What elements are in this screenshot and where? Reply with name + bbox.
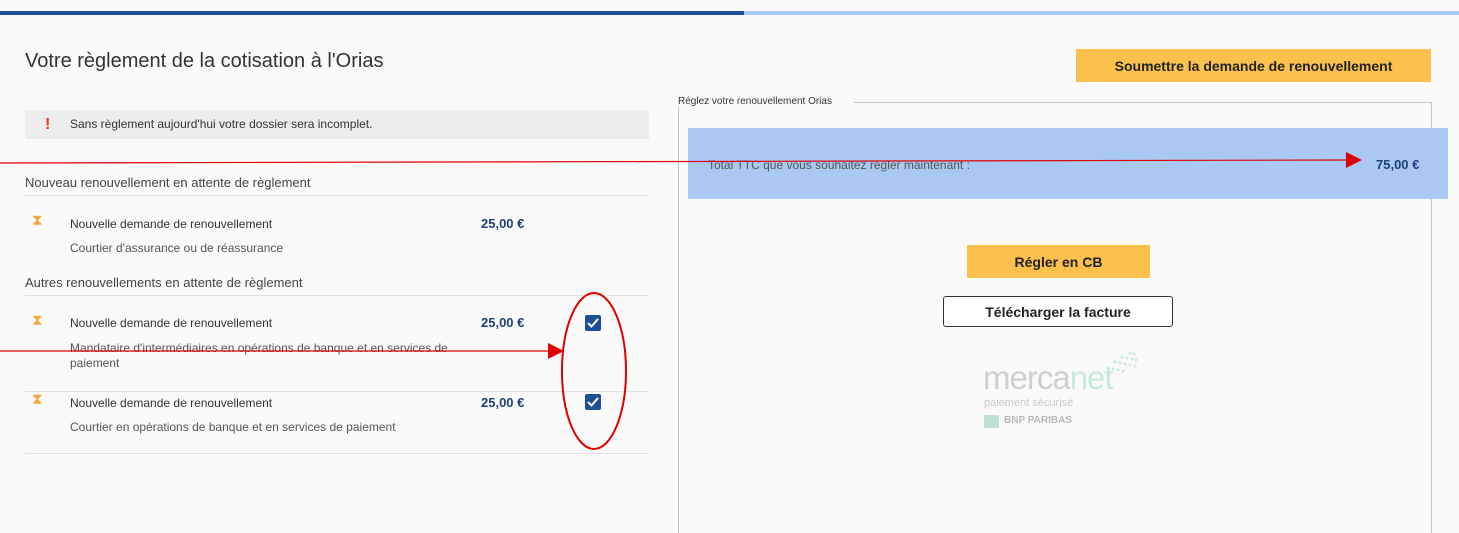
item-subtitle: Courtier d'assurance ou de réassurance <box>70 241 284 255</box>
bank-logo-icon <box>984 415 999 428</box>
renewal-checkbox[interactable] <box>585 315 601 331</box>
alert-banner: ! Sans règlement aujourd'hui votre dossi… <box>25 110 649 139</box>
item-subtitle: Mandataire d'intermédiaires en opération… <box>70 341 448 370</box>
annotation-arrowhead <box>548 343 564 359</box>
divider <box>25 391 649 392</box>
exclamation-icon: ! <box>45 116 51 133</box>
download-invoice-button[interactable]: Télécharger la facture <box>943 296 1173 327</box>
hourglass-icon: ⧗ <box>32 312 43 329</box>
total-amount: 75,00 € <box>1376 157 1420 172</box>
item-amount: 25,00 € <box>481 395 525 410</box>
divider <box>25 453 649 454</box>
pay-cb-button[interactable]: Régler en CB <box>967 245 1150 278</box>
hourglass-icon: ⧗ <box>32 212 43 229</box>
renewal-checkbox[interactable] <box>585 394 601 410</box>
mercanet-tagline: paiement sécurisé <box>984 397 1074 409</box>
section-title-other: Autres renouvellements en attente de règ… <box>25 275 303 290</box>
alert-text: Sans règlement aujourd'hui votre dossier… <box>70 117 373 131</box>
divider <box>25 195 649 196</box>
total-label: Total TTC que vous souhaitez régler main… <box>708 158 970 172</box>
hourglass-icon: ⧗ <box>32 391 43 408</box>
total-box: Total TTC que vous souhaitez régler main… <box>688 128 1448 199</box>
item-subtitle: Courtier en opérations de banque et en s… <box>70 420 396 434</box>
payment-panel-legend: Réglez votre renouvellement Orias <box>678 96 854 107</box>
mercanet-logo: mercanet paiement sécurisé BNP PARIBAS <box>980 350 1138 438</box>
progress-bar <box>0 11 1459 15</box>
page-title: Votre règlement de la cotisation à l'Ori… <box>25 50 384 72</box>
bank-name: BNP PARIBAS <box>1004 415 1072 426</box>
mercanet-wordmark: mercanet <box>983 359 1114 396</box>
item-title: Nouvelle demande de renouvellement <box>70 396 273 410</box>
item-amount: 25,00 € <box>481 216 525 231</box>
check-icon <box>587 318 599 328</box>
item-title: Nouvelle demande de renouvellement <box>70 316 273 330</box>
item-amount: 25,00 € <box>481 315 525 330</box>
divider <box>25 295 649 296</box>
progress-bar-fill <box>0 11 745 15</box>
submit-renewal-button[interactable]: Soumettre la demande de renouvellement <box>1076 49 1431 82</box>
item-title: Nouvelle demande de renouvellement <box>70 217 273 231</box>
section-title-new: Nouveau renouvellement en attente de règ… <box>25 175 311 190</box>
check-icon <box>587 397 599 407</box>
